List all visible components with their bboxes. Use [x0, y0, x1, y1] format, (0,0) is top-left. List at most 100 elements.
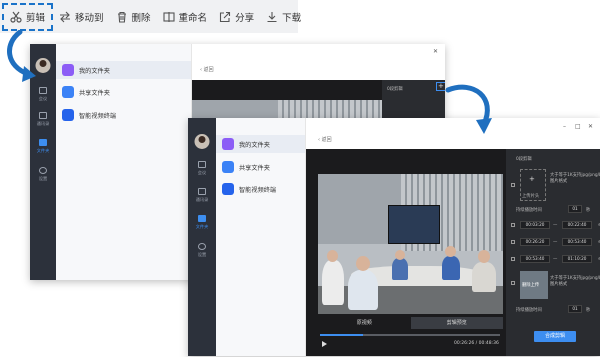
rail-item-meeting[interactable]: 会议 — [188, 161, 216, 176]
rail-item-settings[interactable]: 设置 — [188, 243, 216, 258]
back-link-label: 返回 — [203, 67, 214, 73]
range-dash: — — [553, 257, 558, 262]
merge-clips-button[interactable]: 合成剪辑 — [534, 331, 576, 342]
rail-label: 设置 — [38, 176, 48, 181]
timecode: 00:26:26 / 00:48:36 — [454, 341, 499, 346]
sidebar-item-label: 共享文件夹 — [79, 89, 110, 97]
gear-icon — [198, 243, 206, 250]
outro-checkbox[interactable] — [511, 281, 515, 285]
video-icon — [198, 161, 206, 168]
back-link[interactable]: ‹ 返回 — [318, 136, 332, 143]
clip-start-input[interactable]: 00:53:40 — [520, 255, 550, 263]
move-label: 移动到 — [75, 12, 104, 24]
file-toolbar: 剪辑 移动到 删除 重命名 分享 下载 — [0, 0, 301, 33]
clip-end-input[interactable]: 01:10:20 — [562, 255, 592, 263]
sidebar-item-shared-folder[interactable]: 共享文件夹 — [56, 83, 191, 101]
folder-icon — [222, 161, 234, 173]
rail-label: 通讯录 — [36, 121, 50, 126]
upload-format-hint: 大于等于1K支持jpg/png/bmp图片格式 — [550, 276, 600, 287]
move-button[interactable]: 移动到 — [53, 0, 110, 33]
rail-label: 会议 — [38, 96, 48, 101]
rename-label: 重命名 — [178, 12, 208, 24]
close-icon[interactable]: ✕ — [433, 48, 438, 55]
clip-checkbox[interactable] — [511, 257, 515, 261]
sidebar-item-label: 智能视频终端 — [239, 186, 277, 194]
person-head — [395, 250, 405, 260]
folder-icon — [222, 138, 234, 150]
person-figure — [442, 256, 460, 280]
scissors-icon — [10, 11, 22, 23]
clip-checkbox[interactable] — [511, 223, 515, 227]
sidebar-item-video-terminal[interactable]: 智能视频终端 — [216, 180, 305, 198]
duration-input[interactable]: 01 — [568, 305, 582, 313]
rail-label: 文件夹 — [195, 224, 209, 229]
back-link-label: 返回 — [321, 137, 332, 143]
person-head — [356, 256, 370, 271]
contacts-icon — [198, 188, 206, 195]
sidebar-item-label: 智能视频终端 — [79, 112, 117, 120]
screenshot-stage: 剪辑 移动到 删除 重命名 分享 下载 会议 通讯录 文件夹 设置 我的文件夹 … — [0, 0, 600, 357]
cut-label: 剪辑 — [26, 12, 46, 24]
share-label: 分享 — [235, 12, 255, 24]
rail-item-folder[interactable]: 文件夹 — [188, 215, 216, 230]
folder-sidebar: 我的文件夹 共享文件夹 智能视频终端 — [216, 118, 306, 356]
duration-label: 持续播放时间 — [516, 308, 542, 313]
person-figure — [472, 262, 496, 292]
folder-icon — [62, 64, 74, 76]
rename-icon — [162, 11, 175, 22]
close-icon[interactable]: ✕ — [588, 123, 593, 130]
clip-end-input[interactable]: 00:22:40 — [562, 221, 592, 229]
rail-item-contacts[interactable]: 通讯录 — [30, 112, 56, 127]
gear-icon — [39, 167, 47, 174]
rail-label: 文件夹 — [36, 148, 50, 153]
rail-item-contacts[interactable]: 通讯录 — [188, 188, 216, 203]
sidebar-item-label: 我的文件夹 — [239, 141, 270, 149]
person-figure — [322, 260, 344, 305]
current-time: 00:26:26 — [454, 341, 475, 346]
back-link[interactable]: ‹ 返回 — [200, 66, 214, 73]
clip-start-input[interactable]: 00:26:20 — [520, 238, 550, 246]
download-button[interactable]: 下载 — [260, 0, 307, 33]
person-figure — [392, 258, 408, 280]
tab-clip-preview[interactable]: 剪辑预览 — [410, 317, 503, 329]
timeline[interactable] — [320, 334, 500, 336]
person-head — [327, 250, 338, 262]
upload-format-hint: 大于等于1K支持jpg/png/bmp图片格式 — [550, 173, 600, 184]
rail-item-settings[interactable]: 设置 — [30, 167, 56, 182]
folder-icon — [62, 86, 74, 98]
duration-input[interactable]: 01 — [568, 205, 582, 213]
tab-original-video[interactable]: 原视频 — [318, 317, 411, 329]
rail-item-folder[interactable]: 文件夹 — [30, 139, 56, 154]
maximize-icon[interactable]: □ — [575, 123, 581, 130]
share-button[interactable]: 分享 — [213, 0, 260, 33]
sidebar-item-my-folder[interactable]: 我的文件夹 — [56, 61, 191, 79]
clip-start-input[interactable]: 00:03:20 — [520, 221, 550, 229]
download-label: 下载 — [282, 12, 302, 24]
intro-checkbox[interactable] — [511, 183, 515, 187]
avatar[interactable] — [194, 134, 210, 149]
sidebar-item-shared-folder[interactable]: 共享文件夹 — [216, 158, 305, 176]
clip-checkbox[interactable] — [511, 240, 515, 244]
curved-arrow-icon — [7, 30, 36, 82]
upload-intro-label: 上传片头 — [522, 194, 540, 199]
cut-button[interactable]: 剪辑 — [2, 2, 54, 31]
rename-button[interactable]: 重命名 — [157, 0, 214, 33]
minimize-icon[interactable]: – — [563, 123, 566, 130]
timeline-progress — [320, 334, 364, 336]
remove-upload-label[interactable]: 删除上传 — [522, 282, 539, 288]
sidebar-item-my-folder[interactable]: 我的文件夹 — [216, 135, 305, 153]
clip-panel-title: 0段剪辑 — [516, 157, 532, 162]
folder-icon — [198, 215, 206, 222]
person-figure — [348, 270, 378, 310]
person-head — [478, 250, 490, 263]
play-icon[interactable] — [322, 341, 327, 347]
clip-panel-title: 0段剪辑 — [387, 87, 403, 92]
clip-end-input[interactable]: 00:53:40 — [562, 238, 592, 246]
delete-label: 删除 — [131, 12, 151, 24]
delete-button[interactable]: 删除 — [110, 0, 157, 33]
sidebar-item-video-terminal[interactable]: 智能视频终端 — [56, 106, 191, 124]
folder-sidebar: 我的文件夹 共享文件夹 智能视频终端 — [56, 44, 192, 280]
preview-tabs: 原视频 剪辑预览 — [318, 317, 503, 329]
video-area: 原视频 剪辑预览 00:26:26 / 00:48:36 0段剪辑 + + 上传… — [306, 149, 600, 356]
terminal-icon — [62, 109, 74, 121]
